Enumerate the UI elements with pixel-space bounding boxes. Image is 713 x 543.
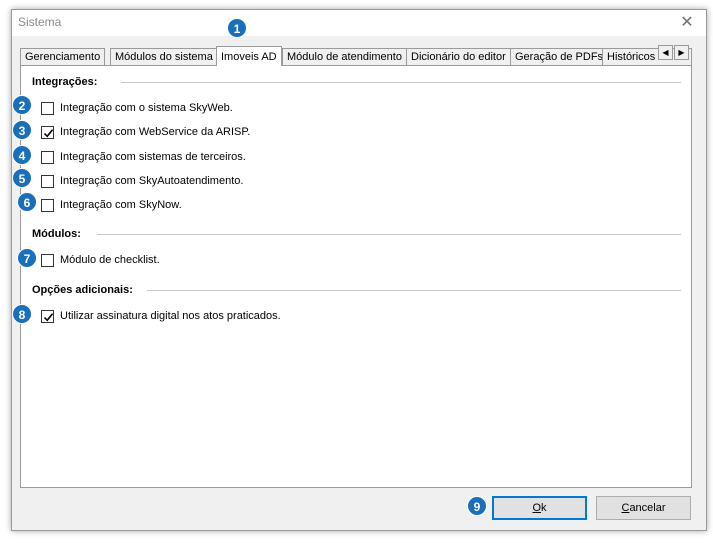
annotation-badge: 8 bbox=[12, 304, 32, 324]
tab-modulo-de-atendimento[interactable]: Módulo de atendimento bbox=[282, 48, 407, 66]
annotation-badge: 7 bbox=[17, 248, 37, 268]
section-divider bbox=[121, 82, 681, 83]
check-icon bbox=[43, 312, 54, 322]
option-label: Integração com SkyNow. bbox=[60, 199, 182, 211]
option-label: Módulo de checklist. bbox=[60, 254, 160, 266]
checkbox[interactable] bbox=[41, 198, 54, 212]
checkbox[interactable] bbox=[41, 253, 54, 267]
option-terceiros[interactable]: Integração com sistemas de terceiros. bbox=[41, 150, 246, 164]
option-label: Integração com WebService da ARISP. bbox=[60, 126, 251, 138]
cancel-button[interactable]: Cancelar bbox=[596, 496, 691, 520]
annotation-badge: 2 bbox=[12, 95, 32, 115]
option-skyweb[interactable]: Integração com o sistema SkyWeb. bbox=[41, 101, 233, 115]
ok-button[interactable]: Ok bbox=[492, 496, 587, 520]
option-assinatura-digital[interactable]: Utilizar assinatura digital nos atos pra… bbox=[41, 309, 281, 323]
checkbox[interactable] bbox=[41, 174, 54, 188]
checkbox[interactable] bbox=[41, 101, 54, 115]
annotation-badge: 5 bbox=[12, 168, 32, 188]
check-icon bbox=[43, 128, 54, 138]
option-skyautoatendimento[interactable]: Integração com SkyAutoatendimento. bbox=[41, 174, 243, 188]
annotation-badge: 9 bbox=[467, 496, 487, 516]
tab-gerenciamento[interactable]: Gerenciamento bbox=[20, 48, 106, 66]
option-arisp[interactable]: Integração com WebService da ARISP. bbox=[41, 125, 250, 139]
option-checklist[interactable]: Módulo de checklist. bbox=[41, 253, 160, 267]
arrow-right-icon[interactable]: ▶ bbox=[674, 45, 689, 60]
section-divider bbox=[147, 290, 681, 291]
arrow-left-icon[interactable]: ◀ bbox=[658, 45, 673, 60]
annotation-badge: 4 bbox=[12, 145, 32, 165]
tab-modulos-do-sistema[interactable]: Módulos do sistema bbox=[110, 48, 218, 66]
option-label: Integração com o sistema SkyWeb. bbox=[60, 102, 233, 114]
checkbox-checked[interactable] bbox=[41, 125, 54, 139]
section-title-integracoes: Integrações: bbox=[32, 76, 104, 88]
checkbox[interactable] bbox=[41, 150, 54, 164]
window-title: Sistema bbox=[18, 15, 62, 29]
settings-dialog: Sistema ✕ Gerenciamento Módulos do siste… bbox=[11, 9, 707, 531]
title-bar: Sistema ✕ bbox=[12, 10, 706, 36]
tab-geracao-de-pdfs[interactable]: Geração de PDFs bbox=[510, 48, 609, 66]
tab-dicionario-do-editor[interactable]: Dicionário do editor bbox=[406, 48, 511, 66]
annotation-badge: 1 bbox=[227, 18, 247, 38]
ok-mnemonic: O bbox=[532, 502, 542, 514]
tab-imoveis-ad[interactable]: Imoveis AD bbox=[216, 46, 282, 66]
section-title-opcoes: Opções adicionais: bbox=[32, 284, 139, 296]
tab-panel-imoveis-ad: Integrações: Integração com o sistema Sk… bbox=[20, 65, 692, 488]
tab-strip: Gerenciamento Módulos do sistema Imoveis… bbox=[20, 46, 692, 66]
option-label: Integração com sistemas de terceiros. bbox=[60, 151, 246, 163]
close-icon[interactable]: ✕ bbox=[678, 14, 696, 32]
option-label: Integração com SkyAutoatendimento. bbox=[60, 175, 244, 187]
checkbox-checked[interactable] bbox=[41, 309, 54, 323]
ok-label: k bbox=[541, 502, 547, 514]
option-skynow[interactable]: Integração com SkyNow. bbox=[41, 198, 182, 212]
option-label: Utilizar assinatura digital nos atos pra… bbox=[60, 310, 281, 322]
annotation-badge: 3 bbox=[12, 120, 32, 140]
cancel-label: ancelar bbox=[629, 502, 666, 514]
section-title-modulos: Módulos: bbox=[32, 228, 87, 240]
section-divider bbox=[97, 234, 681, 235]
annotation-badge: 6 bbox=[17, 192, 37, 212]
